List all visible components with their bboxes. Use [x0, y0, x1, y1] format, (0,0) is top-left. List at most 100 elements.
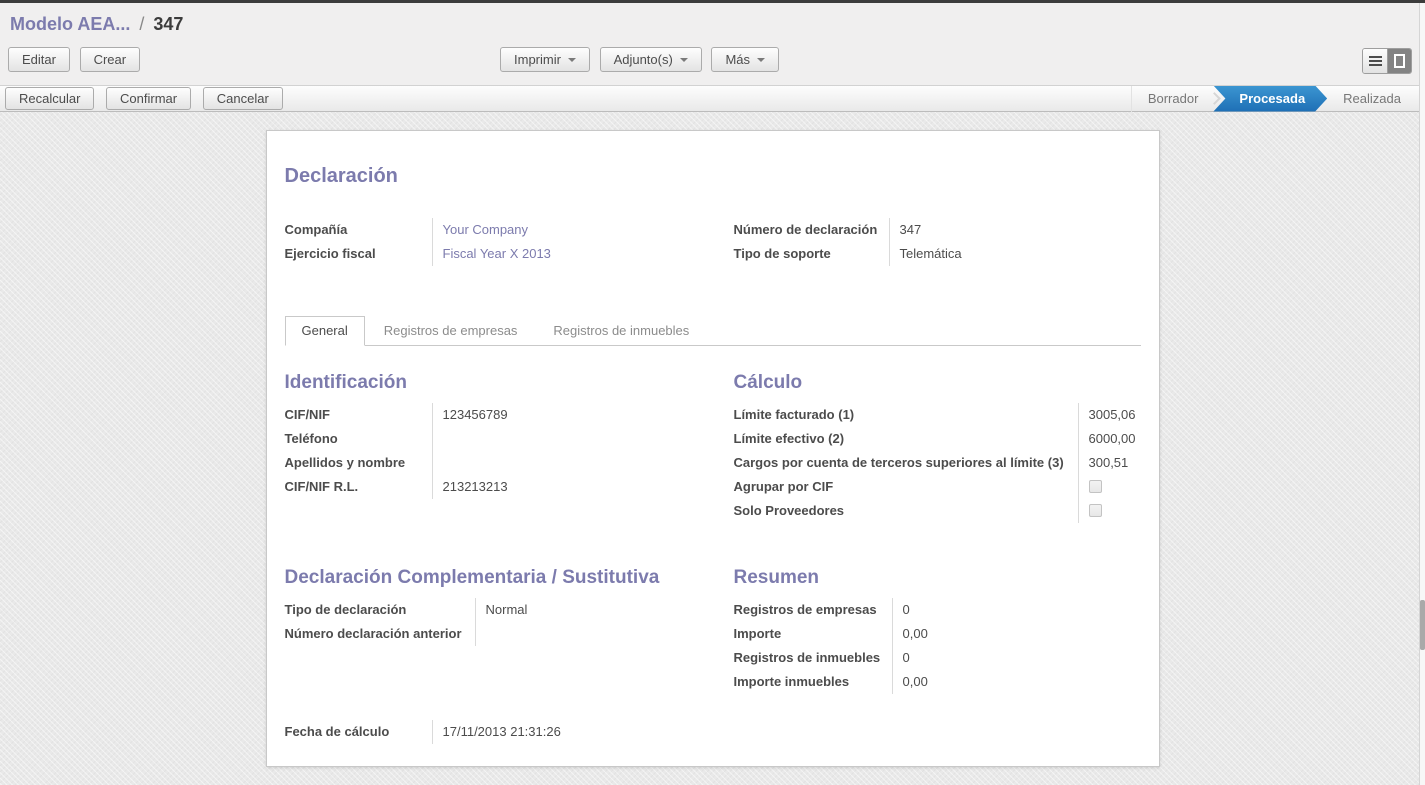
field-property-records-value: 0	[892, 646, 1141, 670]
status-procesada-active: Procesada	[1213, 86, 1327, 112]
field-company-value-link[interactable]: Your Company	[443, 222, 529, 237]
tab-registros-inmuebles[interactable]: Registros de inmuebles	[536, 316, 706, 346]
field-surname-name-value	[432, 451, 713, 475]
field-company-records-value: 0	[892, 598, 1141, 622]
list-view-button[interactable]	[1363, 49, 1387, 73]
form-icon	[1394, 54, 1405, 68]
field-property-records-label: Registros de inmuebles	[734, 646, 892, 670]
field-calculation-date-label: Fecha de cálculo	[285, 720, 432, 744]
group-by-cif-checkbox[interactable]	[1089, 480, 1102, 493]
notebook-tabs: General Registros de empresas Registros …	[285, 316, 1141, 346]
field-group-by-cif: Agrupar por CIF	[734, 475, 1141, 499]
field-cash-limit-value: 6000,00	[1078, 427, 1141, 451]
field-calculation-date-value: 17/11/2013 21:31:26	[432, 720, 713, 744]
recalculate-button[interactable]: Recalcular	[5, 87, 94, 110]
field-property-records: Registros de inmuebles 0	[734, 646, 1141, 670]
attachments-label: Adjunto(s)	[614, 52, 673, 67]
control-panel: Modelo AEA... / 347 Editar Crear Imprimi…	[0, 3, 1425, 85]
identification-title: Identificación	[285, 372, 713, 394]
field-invoiced-limit-label: Límite facturado (1)	[734, 403, 1078, 427]
chevron-down-icon	[680, 58, 688, 62]
scrollbar-thumb[interactable]	[1420, 600, 1425, 650]
sidebar-buttons: Imprimir Adjunto(s) Más	[500, 47, 785, 72]
vertical-scrollbar[interactable]	[1419, 3, 1425, 785]
field-declaration-type-label: Tipo de declaración	[285, 598, 475, 622]
breadcrumb-current: 347	[153, 14, 183, 34]
more-dropdown-button[interactable]: Más	[711, 47, 779, 72]
page-title: Declaración	[285, 165, 1141, 188]
print-dropdown-button[interactable]: Imprimir	[500, 47, 590, 72]
chevron-down-icon	[568, 58, 576, 62]
field-company-records-label: Registros de empresas	[734, 598, 892, 622]
edit-button[interactable]: Editar	[8, 47, 70, 72]
complementary-title: Declaración Complementaria / Sustitutiva	[285, 567, 713, 589]
breadcrumb: Modelo AEA... / 347	[0, 3, 1425, 41]
field-declaration-type-value: Normal	[475, 598, 713, 622]
workflow-buttons: Recalcular Confirmar Cancelar	[5, 87, 291, 110]
field-surname-name: Apellidos y nombre	[285, 451, 713, 475]
field-declaration-number-label: Número de declaración	[734, 218, 889, 242]
field-amount-label: Importe	[734, 622, 892, 646]
create-button[interactable]: Crear	[80, 47, 141, 72]
field-third-party-limit-label: Cargos por cuenta de terceros superiores…	[734, 451, 1078, 475]
form-sheet: Declaración Compañía Your Company Ejerci…	[266, 130, 1160, 767]
summary-title: Resumen	[734, 567, 1141, 589]
cancel-button[interactable]: Cancelar	[203, 87, 283, 110]
calculation-date-row: Fecha de cálculo 17/11/2013 21:31:26	[285, 720, 713, 744]
section-row-1: Identificación CIF/NIF 123456789 Teléfon…	[285, 372, 1141, 523]
tab-general[interactable]: General	[285, 316, 365, 346]
field-declaration-type: Tipo de declaración Normal	[285, 598, 713, 622]
field-fiscal-year: Ejercicio fiscal Fiscal Year X 2013	[285, 242, 713, 266]
more-label: Más	[725, 52, 750, 67]
field-surname-name-label: Apellidos y nombre	[285, 451, 432, 475]
field-only-suppliers: Solo Proveedores	[734, 499, 1141, 523]
tab-registros-empresas[interactable]: Registros de empresas	[367, 316, 535, 346]
field-cif-nif-value: 123456789	[432, 403, 713, 427]
field-calculation-date: Fecha de cálculo 17/11/2013 21:31:26	[285, 720, 713, 744]
toolbar: Editar Crear Imprimir Adjunto(s) Más	[0, 41, 1425, 79]
calculation-section: Cálculo Límite facturado (1) 3005,06 Lím…	[713, 372, 1141, 523]
identification-section: Identificación CIF/NIF 123456789 Teléfon…	[285, 372, 713, 523]
field-third-party-limit: Cargos por cuenta de terceros superiores…	[734, 451, 1141, 475]
field-support-type-value: Telemática	[889, 242, 1141, 266]
chevron-down-icon	[757, 58, 765, 62]
field-amount: Importe 0,00	[734, 622, 1141, 646]
field-cif-nif: CIF/NIF 123456789	[285, 403, 713, 427]
field-declaration-number: Número de declaración 347	[734, 218, 1141, 242]
field-third-party-limit-value: 300,51	[1078, 451, 1141, 475]
attachments-dropdown-button[interactable]: Adjunto(s)	[600, 47, 702, 72]
form-view-button[interactable]	[1387, 49, 1411, 73]
field-invoiced-limit-value: 3005,06	[1078, 403, 1141, 427]
form-statusbar: Recalcular Confirmar Cancelar Borrador P…	[0, 85, 1425, 112]
field-cash-limit: Límite efectivo (2) 6000,00	[734, 427, 1141, 451]
field-amount-value: 0,00	[892, 622, 1141, 646]
section-row-2: Declaración Complementaria / Sustitutiva…	[285, 567, 1141, 694]
field-company-label: Compañía	[285, 218, 432, 242]
field-cif-nif-rl-value: 213213213	[432, 475, 713, 499]
status-borrador: Borrador	[1132, 86, 1215, 112]
summary-section: Resumen Registros de empresas 0 Importe …	[713, 567, 1141, 694]
main-content-area: Declaración Compañía Your Company Ejerci…	[0, 112, 1425, 785]
breadcrumb-separator: /	[135, 14, 148, 34]
field-phone: Teléfono	[285, 427, 713, 451]
field-property-amount: Importe inmuebles 0,00	[734, 670, 1141, 694]
field-previous-number: Número declaración anterior	[285, 622, 713, 646]
field-fiscal-year-label: Ejercicio fiscal	[285, 242, 432, 266]
confirm-button[interactable]: Confirmar	[106, 87, 191, 110]
complementary-section: Declaración Complementaria / Sustitutiva…	[285, 567, 713, 694]
breadcrumb-parent-link[interactable]: Modelo AEA...	[10, 14, 130, 34]
field-fiscal-year-value-link[interactable]: Fiscal Year X 2013	[443, 246, 551, 261]
field-company: Compañía Your Company	[285, 218, 713, 242]
status-realizada: Realizada	[1327, 86, 1417, 112]
field-previous-number-label: Número declaración anterior	[285, 622, 475, 646]
field-cif-nif-rl: CIF/NIF R.L. 213213213	[285, 475, 713, 499]
only-suppliers-checkbox[interactable]	[1089, 504, 1102, 517]
field-group-by-cif-label: Agrupar por CIF	[734, 475, 1078, 499]
calculation-title: Cálculo	[734, 372, 1141, 394]
field-cif-nif-rl-label: CIF/NIF R.L.	[285, 475, 432, 499]
header-field-group: Compañía Your Company Ejercicio fiscal F…	[285, 218, 1141, 266]
status-flow: Borrador Procesada Realizada	[1131, 86, 1417, 112]
field-support-type: Tipo de soporte Telemática	[734, 242, 1141, 266]
field-property-amount-value: 0,00	[892, 670, 1141, 694]
list-icon	[1369, 56, 1382, 66]
